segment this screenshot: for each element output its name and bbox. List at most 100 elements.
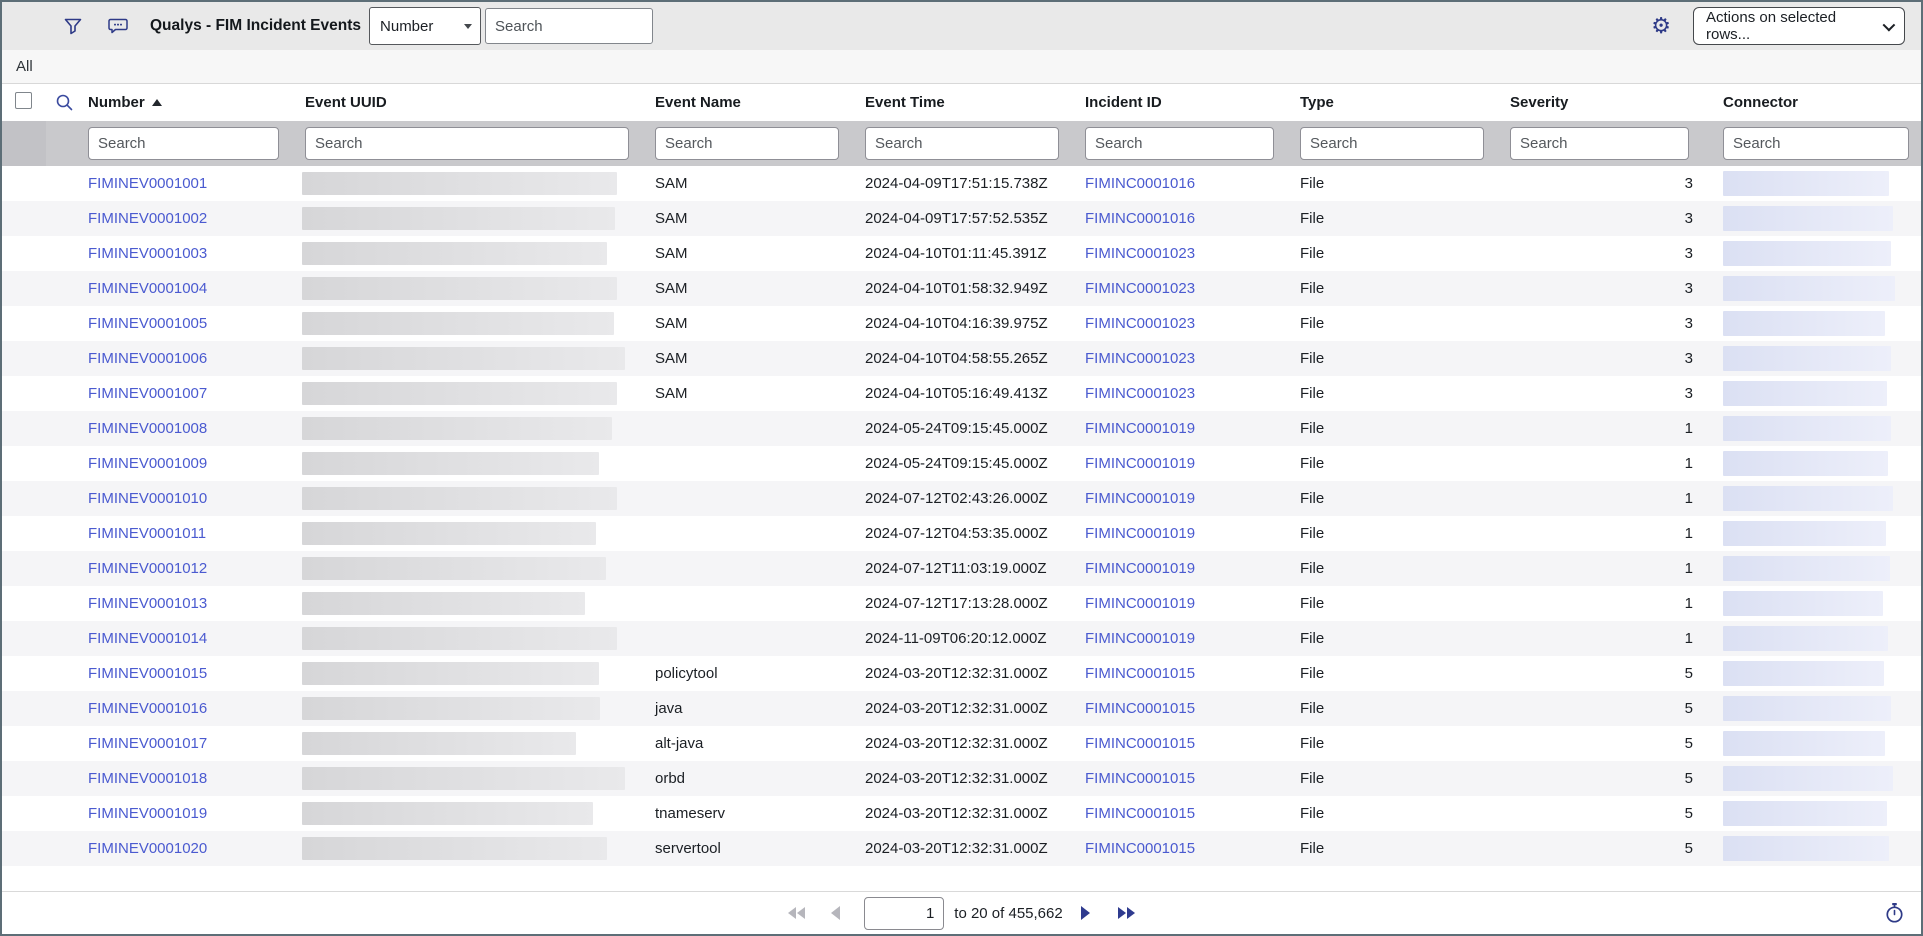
incident-link[interactable]: FIMINC0001023 [1085,245,1195,262]
search-field-select[interactable]: Number [369,7,481,45]
number-link[interactable]: FIMINEV0001009 [88,455,207,472]
column-filter-row [2,121,1921,166]
number-link[interactable]: FIMINEV0001004 [88,280,207,297]
redacted-uuid-block [302,277,617,300]
filter-input-type[interactable] [1300,127,1484,160]
cell-incident-id: FIMINC0001019 [1077,420,1292,437]
cell-event-name: SAM [647,385,857,402]
number-link[interactable]: FIMINEV0001005 [88,315,207,332]
filter-input-event-time[interactable] [865,127,1059,160]
cell-type: File [1292,245,1502,262]
number-link[interactable]: FIMINEV0001013 [88,595,207,612]
incident-link[interactable]: FIMINC0001019 [1085,455,1195,472]
filter-input-number[interactable] [88,127,279,160]
incident-link[interactable]: FIMINC0001019 [1085,595,1195,612]
incident-link[interactable]: FIMINC0001019 [1085,490,1195,507]
cell-severity: 5 [1502,805,1707,822]
column-header-connector[interactable]: Connector [1707,94,1921,111]
number-link[interactable]: FIMINEV0001017 [88,735,207,752]
incident-link[interactable]: FIMINC0001019 [1085,630,1195,647]
number-link[interactable]: FIMINEV0001018 [88,770,207,787]
number-link[interactable]: FIMINEV0001010 [88,490,207,507]
incident-link[interactable]: FIMINC0001019 [1085,420,1195,437]
filter-input-event-uuid[interactable] [305,127,629,160]
number-link[interactable]: FIMINEV0001007 [88,385,207,402]
incident-link[interactable]: FIMINC0001015 [1085,700,1195,717]
cell-event-uuid [297,557,647,580]
cell-connector [1707,241,1921,266]
actions-dropdown[interactable]: Actions on selected rows... [1693,7,1905,45]
incident-link[interactable]: FIMINC0001016 [1085,210,1195,227]
table-row: FIMINEV0001007SAM2024-04-10T05:16:49.413… [2,376,1921,411]
chevron-down-icon [1883,18,1896,31]
next-page-button[interactable] [1081,906,1090,920]
redacted-connector-block [1723,171,1889,196]
select-all-checkbox[interactable] [15,92,32,109]
column-header-event-uuid[interactable]: Event UUID [297,94,647,111]
incident-link[interactable]: FIMINC0001015 [1085,665,1195,682]
previous-page-button[interactable] [831,906,840,920]
number-link[interactable]: FIMINEV0001012 [88,560,207,577]
incident-link[interactable]: FIMINC0001016 [1085,175,1195,192]
column-header-incident-id[interactable]: Incident ID [1077,94,1292,111]
page-number-input[interactable] [864,897,944,930]
cell-connector [1707,731,1921,756]
number-link[interactable]: FIMINEV0001002 [88,210,207,227]
cell-connector [1707,556,1921,581]
number-link[interactable]: FIMINEV0001015 [88,665,207,682]
cell-number: FIMINEV0001015 [80,665,297,682]
chat-icon[interactable] [108,17,128,35]
filter-input-severity[interactable] [1510,127,1689,160]
number-link[interactable]: FIMINEV0001016 [88,700,207,717]
cell-event-uuid [297,347,647,370]
incident-link[interactable]: FIMINC0001015 [1085,805,1195,822]
cell-event-name: SAM [647,350,857,367]
row-range-text: to 20 of 455,662 [954,905,1062,922]
incident-link[interactable]: FIMINC0001019 [1085,525,1195,542]
cell-event-time: 2024-11-09T06:20:12.000Z [857,630,1077,647]
column-header-type[interactable]: Type [1292,94,1502,111]
number-link[interactable]: FIMINEV0001008 [88,420,207,437]
filter-input-connector[interactable] [1723,127,1909,160]
redacted-connector-block [1723,381,1887,406]
incident-link[interactable]: FIMINC0001019 [1085,560,1195,577]
number-link[interactable]: FIMINEV0001003 [88,245,207,262]
incident-link[interactable]: FIMINC0001023 [1085,350,1195,367]
cell-event-time: 2024-03-20T12:32:31.000Z [857,665,1077,682]
incident-link[interactable]: FIMINC0001015 [1085,770,1195,787]
filter-input-event-name[interactable] [655,127,839,160]
column-header-event-uuid-label: Event UUID [305,94,387,111]
incident-link[interactable]: FIMINC0001015 [1085,840,1195,857]
global-search-input[interactable] [485,8,653,44]
first-page-button[interactable] [788,907,805,919]
column-header-event-name[interactable]: Event Name [647,94,857,111]
table-header-row: Number Event UUID Event Name Event Time … [2,84,1921,121]
cell-connector [1707,626,1921,651]
column-header-event-time[interactable]: Event Time [857,94,1077,111]
column-header-number[interactable]: Number [80,94,297,111]
incident-link[interactable]: FIMINC0001023 [1085,315,1195,332]
filter-icon[interactable] [64,18,82,35]
cell-incident-id: FIMINC0001019 [1077,455,1292,472]
incident-link[interactable]: FIMINC0001023 [1085,385,1195,402]
search-icon[interactable] [55,93,74,112]
breadcrumb-all[interactable]: All [16,58,33,75]
number-link[interactable]: FIMINEV0001006 [88,350,207,367]
number-link[interactable]: FIMINEV0001020 [88,840,207,857]
number-link[interactable]: FIMINEV0001001 [88,175,207,192]
gear-icon[interactable]: ⚙ [1651,15,1671,37]
cell-type: File [1292,630,1502,647]
number-link[interactable]: FIMINEV0001014 [88,630,207,647]
cell-event-time: 2024-05-24T09:15:45.000Z [857,455,1077,472]
column-header-event-name-label: Event Name [655,94,741,111]
last-page-button[interactable] [1118,907,1135,919]
refresh-timer-icon[interactable] [1884,902,1905,924]
incident-link[interactable]: FIMINC0001015 [1085,735,1195,752]
filter-input-incident-id[interactable] [1085,127,1274,160]
cell-number: FIMINEV0001020 [80,840,297,857]
column-header-severity[interactable]: Severity [1502,94,1707,111]
number-link[interactable]: FIMINEV0001019 [88,805,207,822]
number-link[interactable]: FIMINEV0001011 [88,525,206,542]
menu-icon[interactable] [18,20,36,32]
incident-link[interactable]: FIMINC0001023 [1085,280,1195,297]
